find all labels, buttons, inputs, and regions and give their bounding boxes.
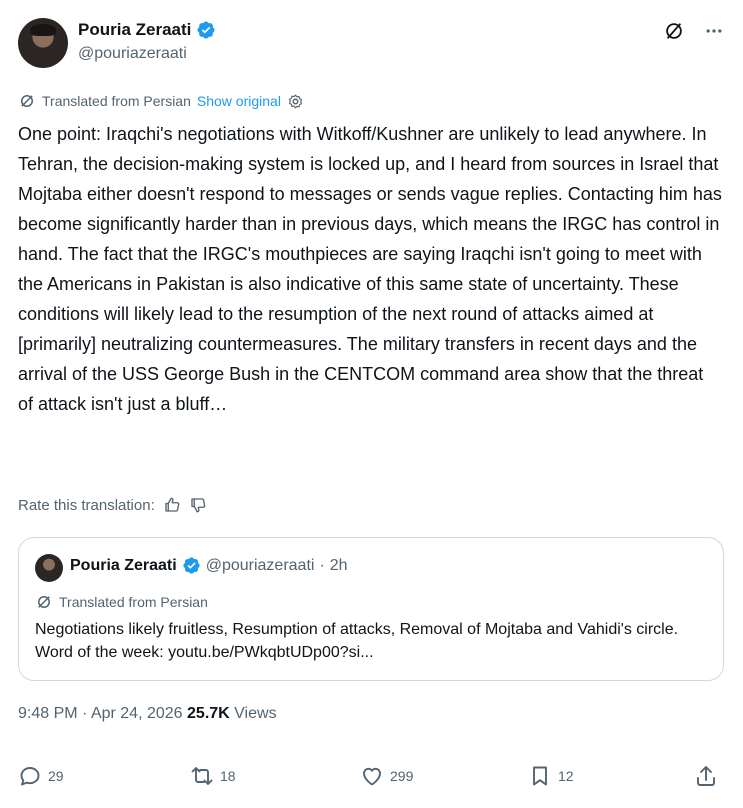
post-time[interactable]: 9:48 PM bbox=[18, 705, 78, 722]
quoted-post[interactable]: Pouria Zeraati @pouriazeraati · 2h Trans… bbox=[18, 537, 724, 681]
translate-icon bbox=[18, 92, 36, 110]
settings-icon[interactable] bbox=[287, 93, 304, 110]
share-button[interactable] bbox=[694, 764, 718, 788]
quoted-separator: · bbox=[319, 556, 325, 574]
more-icon[interactable] bbox=[703, 20, 725, 42]
header-actions bbox=[663, 20, 725, 42]
quoted-translation-notice: Translated from Persian bbox=[35, 593, 208, 611]
bookmark-count: 12 bbox=[558, 768, 574, 784]
share-icon bbox=[694, 764, 718, 788]
quoted-time: 2h bbox=[329, 556, 348, 574]
author-name[interactable]: Pouria Zeraati bbox=[78, 20, 191, 40]
post-date[interactable]: Apr 24, 2026 bbox=[91, 705, 183, 722]
reply-count: 29 bbox=[48, 768, 64, 784]
quoted-header: Pouria Zeraati @pouriazeraati · 2h bbox=[70, 556, 348, 575]
translation-label: Translated from Persian bbox=[42, 93, 191, 109]
rate-translation: Rate this translation: bbox=[18, 496, 207, 514]
author-name-row: Pouria Zeraati bbox=[78, 20, 216, 40]
post-meta: 9:48 PM · Apr 24, 2026 25.7K Views bbox=[18, 705, 277, 723]
repost-icon bbox=[190, 764, 214, 788]
reply-button[interactable]: 29 bbox=[18, 764, 64, 788]
repost-button[interactable]: 18 bbox=[190, 764, 236, 788]
quoted-translation-label: Translated from Persian bbox=[59, 594, 208, 610]
rate-label: Rate this translation: bbox=[18, 496, 155, 514]
views-label: Views bbox=[234, 705, 277, 722]
show-original-link[interactable]: Show original bbox=[197, 93, 281, 109]
thumbs-down-icon[interactable] bbox=[189, 496, 207, 514]
meta-separator: · bbox=[82, 705, 88, 722]
quoted-text: Negotiations likely fruitless, Resumptio… bbox=[35, 621, 679, 661]
reply-icon bbox=[18, 764, 42, 788]
quoted-handle: @pouriazeraati bbox=[205, 556, 315, 574]
author-avatar[interactable] bbox=[18, 18, 68, 68]
like-button[interactable]: 299 bbox=[360, 764, 413, 788]
quoted-avatar bbox=[35, 554, 63, 582]
verified-badge-icon bbox=[182, 556, 201, 575]
author-handle[interactable]: @pouriazeraati bbox=[78, 45, 187, 63]
quoted-author-name: Pouria Zeraati bbox=[70, 556, 177, 574]
bookmark-icon bbox=[528, 764, 552, 788]
like-count: 299 bbox=[390, 768, 414, 784]
like-icon bbox=[360, 764, 384, 788]
views-count: 25.7K bbox=[187, 705, 230, 722]
action-bar: 29 18 299 12 bbox=[18, 764, 723, 794]
thumbs-up-icon[interactable] bbox=[163, 496, 181, 514]
grok-icon[interactable] bbox=[663, 20, 685, 42]
verified-badge-icon bbox=[196, 20, 216, 40]
repost-count: 18 bbox=[220, 768, 236, 784]
bookmark-button[interactable]: 12 bbox=[528, 764, 574, 788]
translate-icon bbox=[35, 593, 53, 611]
translation-notice: Translated from Persian Show original bbox=[18, 92, 304, 110]
post-text: One point: Iraqchi's negotiations with W… bbox=[18, 124, 722, 414]
